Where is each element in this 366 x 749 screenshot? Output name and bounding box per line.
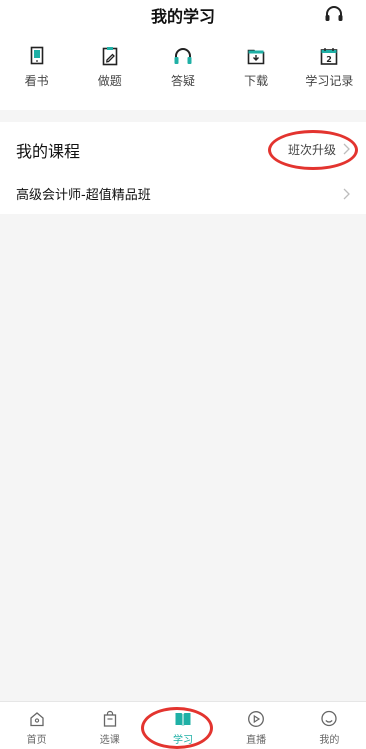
- my-courses-header: 我的课程 班次升级: [0, 122, 366, 174]
- home-icon: [29, 712, 44, 727]
- svg-text:2: 2: [327, 55, 333, 64]
- smile-icon: [321, 710, 337, 727]
- highlight-circle: [268, 130, 358, 170]
- headset-icon[interactable]: [324, 5, 344, 23]
- tab-label: 选课: [99, 735, 120, 746]
- course-name: 高级会计师-超值精品班: [16, 188, 151, 203]
- action-label: 下载: [244, 74, 269, 88]
- action-label: 学习记录: [305, 74, 354, 88]
- action-label: 答疑: [170, 74, 195, 88]
- tab-live[interactable]: 直播: [226, 710, 286, 746]
- highlight-circle: [141, 707, 213, 749]
- tab-label: 我的: [319, 735, 340, 746]
- app-root: 我的学习 看书 做题 答疑 下载 2 学习记录 我的课程 班次升级 高级会计师-…: [0, 0, 366, 749]
- clipboard-pencil-icon: [102, 47, 118, 66]
- course-list-item[interactable]: 高级会计师-超值精品班: [0, 174, 366, 214]
- tablet-icon: [30, 46, 43, 65]
- tab-label: 首页: [26, 735, 47, 746]
- section-divider: [0, 110, 366, 122]
- tab-home[interactable]: 首页: [7, 710, 67, 746]
- action-label: 看书: [24, 74, 49, 88]
- page-title: 我的学习: [150, 7, 215, 26]
- action-download[interactable]: 下载: [220, 46, 293, 89]
- header: 我的学习: [0, 0, 366, 30]
- action-study-record[interactable]: 2 学习记录: [293, 46, 366, 89]
- play-icon: [248, 711, 265, 727]
- quick-actions: 看书 做题 答疑 下载 2 学习记录: [0, 30, 366, 110]
- action-read-book[interactable]: 看书: [0, 46, 73, 89]
- folder-download-icon: [247, 49, 265, 65]
- shopping-bag-icon: [103, 710, 116, 727]
- bottom-tab-bar: 首页 选课 学习 直播 我的: [0, 701, 366, 749]
- tab-mine[interactable]: 我的: [299, 710, 359, 746]
- headset-icon: [174, 48, 192, 64]
- tab-label: 直播: [246, 735, 267, 746]
- action-practice[interactable]: 做题: [73, 46, 146, 89]
- my-courses-card: 我的课程 班次升级 高级会计师-超值精品班: [0, 122, 366, 214]
- action-label: 做题: [97, 74, 122, 88]
- calendar-icon: 2: [321, 48, 338, 65]
- tab-select-course[interactable]: 选课: [80, 710, 140, 746]
- section-title: 我的课程: [16, 142, 81, 161]
- chevron-right-icon: [343, 188, 350, 200]
- action-qa[interactable]: 答疑: [146, 46, 219, 89]
